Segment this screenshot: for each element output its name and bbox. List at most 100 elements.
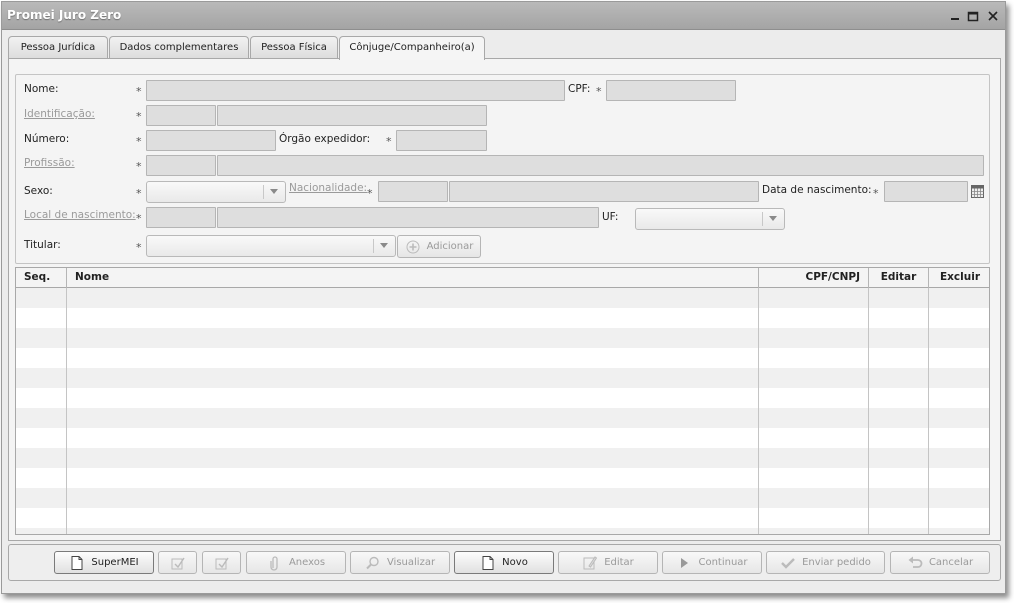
local-nascimento-link[interactable]: Local de nascimento:	[24, 209, 136, 221]
chevron-down-icon	[380, 243, 388, 248]
table-row	[16, 388, 989, 408]
required-mark: *	[136, 110, 142, 123]
orgao-expedidor-field[interactable]	[396, 130, 487, 151]
tab-dados-complementares[interactable]: Dados complementares	[109, 36, 249, 59]
cpf-label: CPF:	[568, 83, 591, 95]
magnifier-icon	[365, 555, 381, 571]
uf-select[interactable]	[635, 208, 785, 230]
table-row	[16, 448, 989, 468]
close-icon[interactable]	[986, 9, 1000, 23]
data-nascimento-field[interactable]	[884, 181, 968, 202]
column-divider	[758, 288, 759, 534]
editar-button[interactable]: Editar	[558, 551, 658, 574]
cancelar-label: Cancelar	[928, 557, 974, 568]
action-toolbar: SuperMEI Anexos Visualizar Novo Editar C…	[8, 544, 1001, 581]
chevron-down-icon	[769, 216, 777, 221]
sexo-select[interactable]	[146, 181, 286, 203]
identificacao-code-field[interactable]	[146, 105, 216, 126]
local-nascimento-desc-field[interactable]	[217, 207, 599, 228]
edit-check-icon	[170, 555, 186, 571]
required-mark: *	[386, 135, 392, 148]
pencil-icon	[582, 555, 598, 571]
required-mark: *	[136, 160, 142, 173]
column-header-cpf-cnpj[interactable]: CPF/CNPJ	[759, 268, 869, 288]
column-header-excluir[interactable]: Excluir	[929, 268, 989, 288]
data-nascimento-label: Data de nascimento:	[762, 184, 872, 196]
novo-label: Novo	[502, 557, 528, 568]
required-mark: *	[136, 212, 142, 225]
table-row	[16, 328, 989, 348]
paperclip-icon	[267, 555, 283, 571]
app-window: Promei Juro Zero Pessoa Jurídica Dados c…	[1, 1, 1006, 594]
table-body	[16, 288, 989, 534]
continuar-label: Continuar	[698, 557, 748, 568]
column-divider	[868, 288, 869, 534]
identificacao-desc-field[interactable]	[217, 105, 487, 126]
table-header: Seq. Nome CPF/CNPJ Editar Excluir	[16, 268, 989, 288]
checkmark-icon	[780, 555, 796, 571]
table-row	[16, 468, 989, 488]
adicionar-button[interactable]: Adicionar	[397, 235, 481, 258]
profissao-link[interactable]: Profissão:	[24, 157, 75, 169]
column-header-nome[interactable]: Nome	[67, 268, 759, 288]
cpf-field[interactable]	[606, 80, 736, 101]
maximize-icon[interactable]	[966, 9, 980, 23]
table-row	[16, 348, 989, 368]
edit-check-button-2[interactable]	[202, 551, 241, 574]
chevron-down-icon	[270, 189, 278, 194]
required-mark: *	[596, 85, 602, 98]
nome-label: Nome:	[24, 83, 59, 95]
cancelar-button[interactable]: Cancelar	[890, 551, 990, 574]
tab-conjuge-companheiro[interactable]: Cônjuge/Companheiro(a)	[339, 36, 485, 60]
tab-pessoa-juridica[interactable]: Pessoa Jurídica	[8, 36, 108, 59]
required-mark: *	[136, 135, 142, 148]
nacionalidade-link[interactable]: Nacionalidade:	[289, 182, 367, 194]
nome-field[interactable]	[146, 80, 565, 101]
profissao-code-field[interactable]	[146, 155, 216, 176]
supermei-label: SuperMEI	[91, 557, 139, 568]
profissao-desc-field[interactable]	[217, 155, 984, 176]
column-divider	[66, 288, 67, 534]
sexo-label: Sexo:	[24, 185, 53, 197]
anexos-button[interactable]: Anexos	[246, 551, 346, 574]
edit-check-button[interactable]	[158, 551, 197, 574]
add-icon	[405, 239, 421, 255]
table-row	[16, 508, 989, 528]
continuar-button[interactable]: Continuar	[662, 551, 762, 574]
column-header-editar[interactable]: Editar	[869, 268, 929, 288]
new-document-icon	[480, 555, 496, 571]
uf-label: UF:	[602, 211, 619, 223]
edit-check-icon	[214, 555, 230, 571]
play-icon	[676, 555, 692, 571]
nacionalidade-desc-field[interactable]	[449, 181, 759, 202]
novo-button[interactable]: Novo	[454, 551, 554, 574]
minimize-icon[interactable]	[948, 9, 962, 23]
nacionalidade-code-field[interactable]	[378, 181, 448, 202]
supermei-button[interactable]: SuperMEI	[54, 551, 154, 574]
conjuge-form: Nome: * CPF: * Identificação: * Número: …	[15, 74, 990, 264]
visualizar-label: Visualizar	[386, 557, 436, 568]
table-row	[16, 308, 989, 328]
enviar-pedido-label: Enviar pedido	[802, 557, 871, 568]
title-bar: Promei Juro Zero	[2, 2, 1005, 30]
required-mark: *	[136, 85, 142, 98]
table-row	[16, 528, 989, 534]
titular-label: Titular:	[24, 239, 61, 251]
table-row	[16, 288, 989, 308]
tab-pessoa-fisica[interactable]: Pessoa Física	[250, 36, 338, 59]
required-mark: *	[367, 187, 373, 200]
required-mark: *	[136, 187, 142, 200]
visualizar-button[interactable]: Visualizar	[350, 551, 450, 574]
calendar-icon[interactable]	[971, 185, 984, 198]
undo-icon	[907, 555, 923, 571]
identificacao-link[interactable]: Identificação:	[24, 108, 95, 120]
table-row	[16, 488, 989, 508]
numero-field[interactable]	[146, 130, 276, 151]
column-header-seq[interactable]: Seq.	[16, 268, 67, 288]
table-row	[16, 428, 989, 448]
enviar-pedido-button[interactable]: Enviar pedido	[766, 551, 885, 574]
tab-content-panel: Nome: * CPF: * Identificação: * Número: …	[8, 58, 1001, 541]
adicionar-label: Adicionar	[426, 241, 474, 252]
local-nascimento-code-field[interactable]	[146, 207, 216, 228]
titular-select[interactable]	[146, 235, 396, 257]
